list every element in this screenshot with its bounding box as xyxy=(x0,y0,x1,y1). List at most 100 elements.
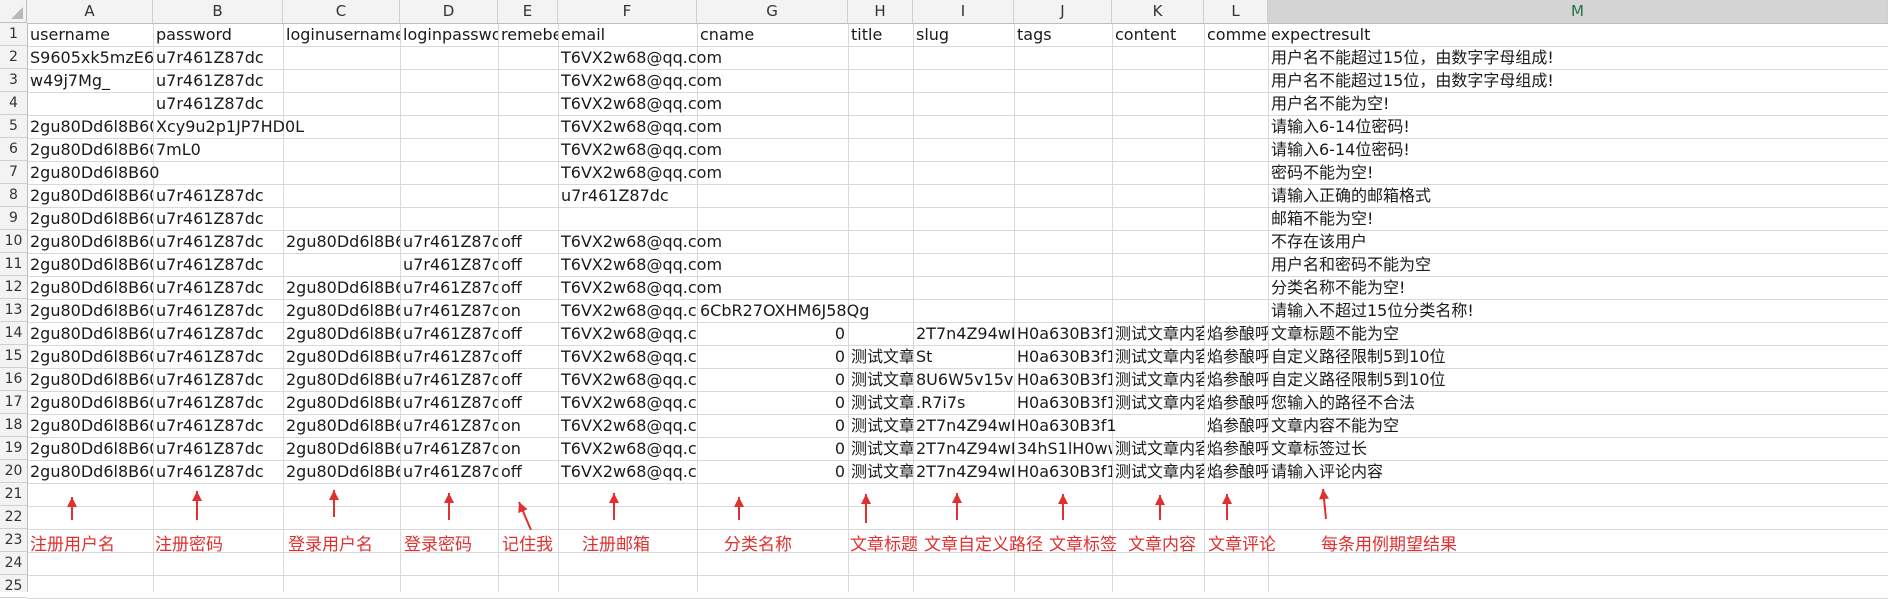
cell-h16[interactable]: 测试文章: xyxy=(848,368,913,391)
cell-i1[interactable]: slug xyxy=(913,23,1014,46)
cell-a18[interactable]: 2gu80Dd6l8B60 xyxy=(27,414,153,437)
cell-l1[interactable]: comment xyxy=(1204,23,1268,46)
cell-f8[interactable]: u7r461Z87dc xyxy=(558,184,697,207)
row-header-18[interactable]: 18 xyxy=(0,414,27,437)
cell-g14[interactable]: 0 xyxy=(697,322,848,345)
cell-e12[interactable]: off xyxy=(498,276,558,299)
cell-b20[interactable]: u7r461Z87dc xyxy=(153,460,283,483)
cell-j19[interactable]: 34hS1lH0wwZ xyxy=(1014,437,1112,460)
cell-a16[interactable]: 2gu80Dd6l8B60 xyxy=(27,368,153,391)
cell-e10[interactable]: off xyxy=(498,230,558,253)
column-header-e[interactable]: E xyxy=(498,0,558,23)
cell-c16[interactable]: 2gu80Dd6l8B60 xyxy=(283,368,400,391)
cell-g19[interactable]: 0 xyxy=(697,437,848,460)
cell-e16[interactable]: off xyxy=(498,368,558,391)
cell-f13[interactable]: T6VX2w68@qq.com xyxy=(558,299,697,322)
cell-c19[interactable]: 2gu80Dd6l8B60 xyxy=(283,437,400,460)
row-header-20[interactable]: 20 xyxy=(0,460,27,483)
cell-b17[interactable]: u7r461Z87dc xyxy=(153,391,283,414)
select-all-corner[interactable] xyxy=(0,0,27,23)
row-header-6[interactable]: 6 xyxy=(0,138,27,161)
row-header-21[interactable]: 21 xyxy=(0,483,27,506)
cell-a10[interactable]: 2gu80Dd6l8B60 xyxy=(27,230,153,253)
cell-j14[interactable]: H0a630B3f1 xyxy=(1014,322,1112,345)
cell-i19[interactable]: 2T7n4Z94wB xyxy=(913,437,1014,460)
cell-d16[interactable]: u7r461Z87dc xyxy=(400,368,498,391)
row-header-2[interactable]: 2 xyxy=(0,46,27,69)
cell-d10[interactable]: u7r461Z87dc xyxy=(400,230,498,253)
column-header-k[interactable]: K xyxy=(1112,0,1204,23)
column-header-j[interactable]: J xyxy=(1014,0,1112,23)
cell-f11[interactable]: T6VX2w68@qq.com xyxy=(558,253,722,276)
cell-f17[interactable]: T6VX2w68@qq.com xyxy=(558,391,697,414)
cell-d19[interactable]: u7r461Z87dc xyxy=(400,437,498,460)
column-header-b[interactable]: B xyxy=(153,0,283,23)
cell-c20[interactable]: 2gu80Dd6l8B60 xyxy=(283,460,400,483)
cell-m1[interactable]: expectresult xyxy=(1268,23,1888,46)
cell-m16[interactable]: 自定义路径限制5到10位 xyxy=(1268,368,1888,391)
cell-f5[interactable]: T6VX2w68@qq.com xyxy=(558,115,722,138)
row-header-16[interactable]: 16 xyxy=(0,368,27,391)
cell-k16[interactable]: 测试文章内容 xyxy=(1112,368,1204,391)
cell-m13[interactable]: 请输入不超过15位分类名称! xyxy=(1268,299,1888,322)
cell-k14[interactable]: 测试文章内容 xyxy=(1112,322,1204,345)
cell-m3[interactable]: 用户名不能超过15位，由数字字母组成! xyxy=(1268,69,1888,92)
row-header-17[interactable]: 17 xyxy=(0,391,27,414)
cell-f12[interactable]: T6VX2w68@qq.com xyxy=(558,276,722,299)
cell-b8[interactable]: u7r461Z87dc xyxy=(153,184,283,207)
cell-l16[interactable]: 焰参酿呼砣 xyxy=(1204,368,1268,391)
cell-f1[interactable]: email xyxy=(558,23,697,46)
cell-m20[interactable]: 请输入评论内容 xyxy=(1268,460,1888,483)
cell-g13[interactable]: 6CbR27OXHM6J58Qg xyxy=(697,299,869,322)
cell-m12[interactable]: 分类名称不能为空! xyxy=(1268,276,1888,299)
cell-f15[interactable]: T6VX2w68@qq.com xyxy=(558,345,697,368)
cell-h19[interactable]: 测试文章: xyxy=(848,437,913,460)
cell-m11[interactable]: 用户名和密码不能为空 xyxy=(1268,253,1888,276)
cell-f10[interactable]: T6VX2w68@qq.com xyxy=(558,230,722,253)
row-header-7[interactable]: 7 xyxy=(0,161,27,184)
cell-d20[interactable]: u7r461Z87dc xyxy=(400,460,498,483)
cell-m8[interactable]: 请输入正确的邮箱格式 xyxy=(1268,184,1888,207)
cell-i17[interactable]: .R7i7s xyxy=(913,391,1014,414)
cell-b16[interactable]: u7r461Z87dc xyxy=(153,368,283,391)
cell-a2[interactable]: S9605xk5mzE699Rx xyxy=(27,46,153,69)
cell-f18[interactable]: T6VX2w68@qq.com xyxy=(558,414,697,437)
cell-m19[interactable]: 文章标签过长 xyxy=(1268,437,1888,460)
cell-h20[interactable]: 测试文章: xyxy=(848,460,913,483)
cell-l18[interactable]: 焰参酿呼砣 xyxy=(1204,414,1268,437)
cell-f7[interactable]: T6VX2w68@qq.com xyxy=(558,161,722,184)
cell-f19[interactable]: T6VX2w68@qq.com xyxy=(558,437,697,460)
cell-m2[interactable]: 用户名不能超过15位，由数字字母组成! xyxy=(1268,46,1888,69)
column-header-i[interactable]: I xyxy=(913,0,1014,23)
cell-b1[interactable]: password xyxy=(153,23,283,46)
cell-a11[interactable]: 2gu80Dd6l8B60 xyxy=(27,253,153,276)
cell-k19[interactable]: 测试文章内容 xyxy=(1112,437,1204,460)
cell-i18[interactable]: 2T7n4Z94wB xyxy=(913,414,1014,437)
cell-c17[interactable]: 2gu80Dd6l8B60 xyxy=(283,391,400,414)
cell-j1[interactable]: tags xyxy=(1014,23,1112,46)
column-header-m[interactable]: M xyxy=(1268,0,1888,23)
cell-j18[interactable]: H0a630B3f1 xyxy=(1014,414,1117,437)
cell-g1[interactable]: cname xyxy=(697,23,848,46)
cell-f20[interactable]: T6VX2w68@qq.com xyxy=(558,460,697,483)
cell-f3[interactable]: T6VX2w68@qq.com xyxy=(558,69,722,92)
cell-b15[interactable]: u7r461Z87dc xyxy=(153,345,283,368)
cell-a17[interactable]: 2gu80Dd6l8B60 xyxy=(27,391,153,414)
cell-m6[interactable]: 请输入6-14位密码! xyxy=(1268,138,1888,161)
cell-e13[interactable]: on xyxy=(498,299,558,322)
row-header-1[interactable]: 1 xyxy=(0,23,27,46)
cell-g18[interactable]: 0 xyxy=(697,414,848,437)
cell-a13[interactable]: 2gu80Dd6l8B60 xyxy=(27,299,153,322)
cell-b12[interactable]: u7r461Z87dc xyxy=(153,276,283,299)
row-header-14[interactable]: 14 xyxy=(0,322,27,345)
column-header-l[interactable]: L xyxy=(1204,0,1268,23)
cell-f16[interactable]: T6VX2w68@qq.com xyxy=(558,368,697,391)
cell-l20[interactable]: 焰参酿呼砣 xyxy=(1204,460,1268,483)
column-header-g[interactable]: G xyxy=(697,0,848,23)
cell-b5[interactable]: Xcy9u2p1JP7HD0L xyxy=(153,115,304,138)
cell-c10[interactable]: 2gu80Dd6l8B601 xyxy=(283,230,400,253)
row-header-11[interactable]: 11 xyxy=(0,253,27,276)
cell-h18[interactable]: 测试文章: xyxy=(848,414,913,437)
cell-f2[interactable]: T6VX2w68@qq.com xyxy=(558,46,722,69)
cell-c12[interactable]: 2gu80Dd6l8B60 xyxy=(283,276,400,299)
